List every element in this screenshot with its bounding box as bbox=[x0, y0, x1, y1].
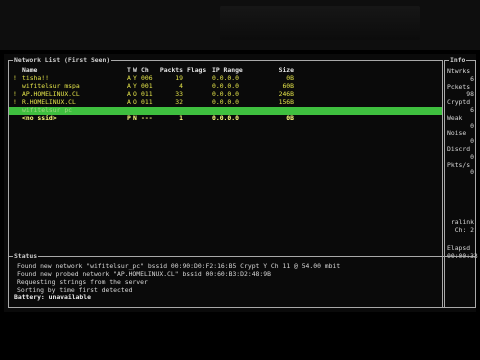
network-size: 0B bbox=[286, 74, 294, 82]
col-ip-range[interactable]: IP Range bbox=[212, 67, 272, 74]
network-packets: 32 bbox=[175, 98, 183, 106]
window-top-bar bbox=[0, 0, 480, 50]
network-name: wifitelsur_mspa bbox=[22, 83, 80, 90]
info-stat-value: 0 bbox=[470, 168, 474, 177]
network-list-title: Network List (First Seen) bbox=[13, 56, 112, 64]
network-wep: Y bbox=[133, 82, 137, 90]
info-title: Info bbox=[449, 56, 467, 64]
network-name: <no ssid> bbox=[22, 115, 57, 122]
status-title: Status bbox=[13, 252, 39, 260]
network-wep: O bbox=[133, 98, 137, 106]
background-banner bbox=[220, 6, 420, 40]
battery-status: Battery: unavailable bbox=[14, 293, 91, 301]
network-size: 156B bbox=[278, 98, 294, 106]
network-channel: --- bbox=[141, 114, 153, 122]
col-size[interactable]: Size bbox=[272, 67, 294, 74]
info-source: ralink Ch: 2 bbox=[447, 219, 474, 235]
network-name: tisha!! bbox=[22, 75, 49, 82]
col-flags[interactable]: Flags bbox=[187, 67, 206, 74]
network-name: R.HOMELINUX.CL bbox=[22, 99, 76, 106]
info-stats: Ntwrks 6 Pckets 98 Cryptd 6 Weak 0 Noise 0 Discrd 0… bbox=[447, 68, 474, 177]
alert-flag: ! bbox=[13, 98, 17, 106]
status-line: Requesting strings from the server bbox=[17, 278, 148, 286]
network-ip-range: 0.0.0.0 bbox=[212, 114, 239, 122]
network-row[interactable]: ! R.HOMELINUX.CL A O 011 32 0.0.0.0 156B bbox=[9, 99, 442, 107]
network-row[interactable]: <no ssid> P N --- 1 0.0.0.0 0B bbox=[9, 115, 442, 123]
network-wep: N bbox=[133, 114, 137, 122]
window-bottom-bar bbox=[0, 315, 480, 360]
col-packets[interactable]: Packts bbox=[155, 67, 183, 74]
status-line: Found new probed network "AP.HOMELINUX.C… bbox=[17, 270, 271, 278]
network-ip-range: 0.0.0.0 bbox=[212, 98, 239, 106]
network-packets: 19 bbox=[175, 74, 183, 82]
network-size: 0B bbox=[286, 114, 294, 122]
network-wep: O bbox=[133, 90, 137, 98]
kismet-terminal: Network List (First Seen) Name T W Ch Pa… bbox=[4, 54, 478, 312]
network-ip-range: 0.0.0.0 bbox=[212, 90, 239, 98]
status-line: Found new network "wifitelsur_pc" bssid … bbox=[17, 262, 341, 270]
alert-flag: ! bbox=[13, 74, 17, 82]
network-channel: 011 bbox=[141, 90, 153, 98]
network-size: 60B bbox=[282, 82, 294, 90]
network-name: wifitelsur_pc bbox=[22, 107, 73, 114]
network-name: AP.HOMELINUX.CL bbox=[22, 91, 80, 98]
col-wep[interactable]: W bbox=[133, 67, 139, 74]
network-ip-range: 0.0.0.0 bbox=[212, 74, 239, 82]
network-channel: 006 bbox=[141, 74, 153, 82]
col-channel[interactable]: Ch bbox=[141, 67, 155, 74]
network-wep: Y bbox=[133, 74, 137, 82]
source-channel: Ch: 2 bbox=[454, 225, 474, 234]
network-channel: 011 bbox=[141, 98, 153, 106]
network-size: 246B bbox=[278, 90, 294, 98]
network-channel: 001 bbox=[141, 82, 153, 90]
col-name[interactable]: Name bbox=[22, 67, 126, 73]
network-packets: 1 bbox=[179, 114, 183, 122]
network-packets: 4 bbox=[179, 82, 183, 90]
network-packets: 33 bbox=[175, 90, 183, 98]
network-ip-range: 0.0.0.0 bbox=[212, 82, 239, 90]
alert-flag: ! bbox=[13, 90, 17, 98]
